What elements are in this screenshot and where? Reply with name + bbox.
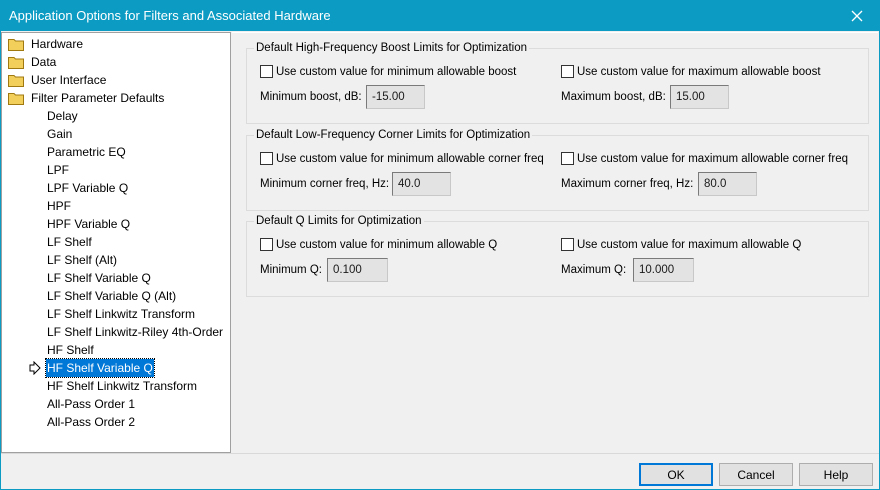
- tree-leaf-item[interactable]: LF Shelf Linkwitz-Riley 4th-Order: [47, 323, 223, 341]
- button-bar: OK Cancel Help: [1, 453, 879, 489]
- tree-leaf-item[interactable]: HPF: [47, 197, 71, 215]
- cancel-button[interactable]: Cancel: [719, 463, 793, 486]
- tree-item-label: LPF Variable Q: [47, 181, 129, 195]
- options-tree[interactable]: Hardware Data User Interface Filter Paramet…: [1, 32, 231, 453]
- min-corner-custom-checkbox[interactable]: Use custom value for minimum allowable c…: [260, 152, 544, 165]
- tree-folder-item[interactable]: Hardware: [8, 35, 83, 53]
- help-button[interactable]: Help: [799, 463, 873, 486]
- tree-folder-item[interactable]: Filter Parameter Defaults: [8, 89, 164, 107]
- group-title: Default Q Limits for Optimization: [254, 214, 424, 228]
- group-title: Default High-Frequency Boost Limits for …: [254, 41, 529, 55]
- folder-icon: [8, 75, 24, 87]
- max-boost-label: Maximum boost, dB:: [561, 91, 666, 103]
- min-q-custom-checkbox[interactable]: Use custom value for minimum allowable Q: [260, 238, 497, 251]
- tree-leaf-item[interactable]: LPF Variable Q: [47, 179, 128, 197]
- tree-item-label: LF Shelf Variable Q: [47, 271, 151, 285]
- tree-leaf-item[interactable]: Delay: [47, 107, 78, 125]
- tree-item-label: LF Shelf Variable Q (Alt): [47, 289, 177, 303]
- tree-leaf-item[interactable]: All-Pass Order 2: [47, 413, 135, 431]
- tree-leaf-item[interactable]: LF Shelf Variable Q: [47, 269, 151, 287]
- min-boost-label: Minimum boost, dB:: [260, 91, 362, 103]
- tree-leaf-item[interactable]: LF Shelf (Alt): [47, 251, 117, 269]
- tree-item-label: LF Shelf Linkwitz-Riley 4th-Order: [47, 325, 224, 339]
- folder-icon: [8, 39, 24, 51]
- checkbox-label: Use custom value for minimum allowable b…: [276, 65, 517, 78]
- tree-leaf-item[interactable]: HF Shelf Variable Q: [45, 358, 155, 378]
- max-corner-label: Maximum corner freq, Hz:: [561, 178, 694, 190]
- tree-leaf-item[interactable]: LPF: [47, 161, 69, 179]
- tree-leaf-item[interactable]: HPF Variable Q: [47, 215, 130, 233]
- min-q-label: Minimum Q:: [260, 264, 322, 276]
- checkbox-box[interactable]: [561, 152, 574, 165]
- min-boost-field[interactable]: -15.00: [366, 85, 425, 109]
- tree-leaf-item[interactable]: All-Pass Order 1: [47, 395, 135, 413]
- close-button[interactable]: [834, 0, 880, 31]
- checkbox-box[interactable]: [260, 152, 273, 165]
- tree-item-label: HF Shelf Variable Q: [45, 358, 155, 378]
- tree-leaf-item[interactable]: LF Shelf: [47, 233, 92, 251]
- min-q-field[interactable]: 0.100: [327, 258, 388, 282]
- checkbox-label: Use custom value for maximum allowable b…: [577, 65, 821, 78]
- tree-item-label: HPF Variable Q: [47, 217, 131, 231]
- checkbox-box[interactable]: [260, 65, 273, 78]
- tree-item-label: LPF: [47, 163, 70, 177]
- checkbox-box[interactable]: [561, 65, 574, 78]
- tree-item-label: Filter Parameter Defaults: [31, 91, 165, 105]
- tree-item-label: LF Shelf: [47, 235, 92, 249]
- max-q-custom-checkbox[interactable]: Use custom value for maximum allowable Q: [561, 238, 801, 251]
- tree-leaf-item[interactable]: HF Shelf Linkwitz Transform: [47, 377, 197, 395]
- checkbox-label: Use custom value for minimum allowable Q: [276, 238, 498, 251]
- tree-item-label: Data: [31, 55, 57, 69]
- max-q-field[interactable]: 10.000: [633, 258, 694, 282]
- min-corner-field[interactable]: 40.0: [392, 172, 451, 196]
- tree-folder-item[interactable]: Data: [8, 53, 56, 71]
- min-corner-label: Minimum corner freq, Hz:: [260, 178, 390, 190]
- checkbox-label: Use custom value for maximum allowable c…: [577, 152, 848, 165]
- q-limits-group: Default Q Limits for Optimization Use cu…: [246, 214, 869, 297]
- folder-icon: [8, 57, 24, 69]
- boost-limits-group: Default High-Frequency Boost Limits for …: [246, 41, 869, 124]
- max-boost-field[interactable]: 15.00: [670, 85, 729, 109]
- group-title: Default Low-Frequency Corner Limits for …: [254, 128, 533, 142]
- tree-leaf-item[interactable]: LF Shelf Variable Q (Alt): [47, 287, 176, 305]
- tree-leaf-item[interactable]: LF Shelf Linkwitz Transform: [47, 305, 195, 323]
- tree-leaf-item[interactable]: Parametric EQ: [47, 143, 126, 161]
- tree-item-label: User Interface: [31, 73, 107, 87]
- current-item-arrow-icon: [29, 361, 41, 375]
- checkbox-box[interactable]: [561, 238, 574, 251]
- min-boost-custom-checkbox[interactable]: Use custom value for minimum allowable b…: [260, 65, 516, 78]
- max-corner-custom-checkbox[interactable]: Use custom value for maximum allowable c…: [561, 152, 848, 165]
- tree-leaf-item[interactable]: HF Shelf: [47, 341, 94, 359]
- ok-button[interactable]: OK: [639, 463, 713, 486]
- tree-item-label: Parametric EQ: [47, 145, 126, 159]
- tree-item-label: All-Pass Order 2: [47, 415, 136, 429]
- tree-item-label: LF Shelf (Alt): [47, 253, 118, 267]
- close-icon: [851, 10, 863, 21]
- tree-item-label: HPF: [47, 199, 71, 213]
- tree-leaf-item[interactable]: Gain: [47, 125, 72, 143]
- max-boost-custom-checkbox[interactable]: Use custom value for maximum allowable b…: [561, 65, 821, 78]
- title-bar: Application Options for Filters and Asso…: [0, 0, 880, 31]
- checkbox-label: Use custom value for maximum allowable Q: [577, 238, 802, 251]
- settings-panel: Default High-Frequency Boost Limits for …: [232, 32, 878, 453]
- tree-item-label: Gain: [47, 127, 73, 141]
- tree-item-label: Delay: [47, 109, 78, 123]
- checkbox-box[interactable]: [260, 238, 273, 251]
- window-title: Application Options for Filters and Asso…: [9, 8, 331, 23]
- tree-item-label: HF Shelf Linkwitz Transform: [47, 379, 198, 393]
- folder-icon: [8, 93, 24, 105]
- max-q-label: Maximum Q:: [561, 264, 627, 276]
- checkbox-label: Use custom value for minimum allowable c…: [276, 152, 544, 165]
- tree-folder-item[interactable]: User Interface: [8, 71, 106, 89]
- tree-item-label: LF Shelf Linkwitz Transform: [47, 307, 196, 321]
- tree-item-label: HF Shelf: [47, 343, 94, 357]
- max-corner-field[interactable]: 80.0: [698, 172, 757, 196]
- corner-limits-group: Default Low-Frequency Corner Limits for …: [246, 128, 869, 211]
- tree-item-label: All-Pass Order 1: [47, 397, 136, 411]
- tree-item-label: Hardware: [31, 37, 84, 51]
